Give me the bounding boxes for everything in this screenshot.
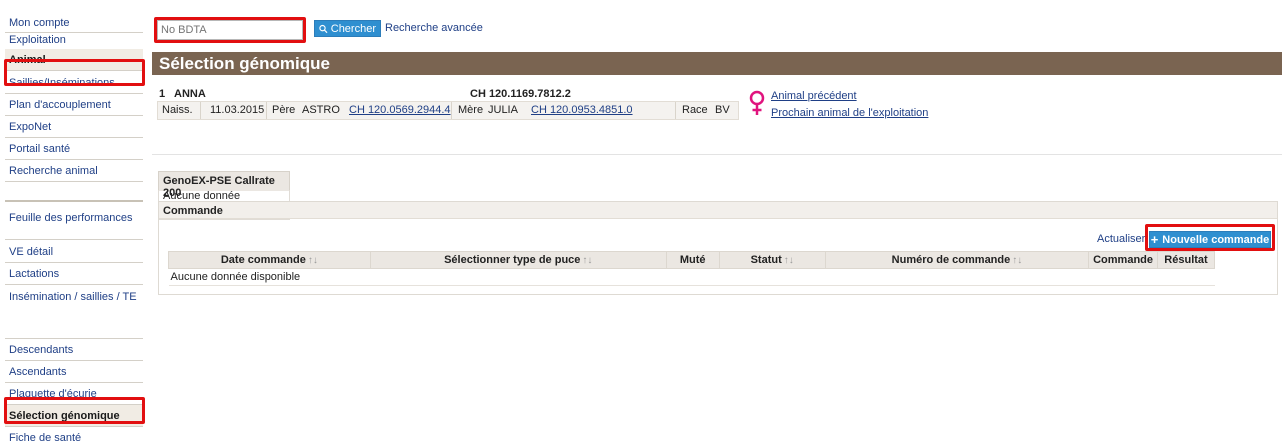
plus-icon: + (1150, 231, 1159, 247)
table-row: Aucune donnée disponible (168, 268, 1215, 286)
new-order-label: Nouvelle commande (1162, 233, 1270, 246)
sidebar-item-portail-sante[interactable]: Portail santé (5, 138, 143, 160)
search-button-label: Chercher (330, 22, 376, 35)
sidebar-item-saillies[interactable]: Saillies/Inséminations (5, 72, 143, 94)
mother-label: Mère (458, 104, 484, 116)
next-animal-link[interactable]: Prochain animal de l'exploitation (771, 107, 928, 119)
table-empty-message: Aucune donnée disponible (168, 268, 1215, 286)
sidebar-item-lactations[interactable]: Lactations (5, 263, 143, 285)
animal-info: 1 ANNA CH 120.1169.7812.2 Naiss. 11.03.2… (152, 88, 1282, 155)
father-name: ASTRO (302, 104, 340, 116)
new-order-button[interactable]: + Nouvelle commande (1149, 231, 1271, 248)
column-commande: Commande (1088, 251, 1159, 269)
breed-label: Race (682, 104, 708, 116)
commande-header: Commande (159, 202, 1277, 219)
female-icon (749, 90, 765, 115)
sort-icon: ↑↓ (307, 255, 318, 266)
breed-value: BV (715, 104, 730, 116)
column-statut[interactable]: Statut ↑↓ (718, 251, 826, 269)
animal-number: 1 (159, 88, 166, 100)
search-button[interactable]: Chercher (314, 20, 381, 37)
birth-label: Naiss. (162, 104, 193, 116)
sort-icon: ↑↓ (1012, 255, 1023, 266)
advanced-search-link[interactable]: Recherche avancée (385, 22, 483, 34)
animal-id: CH 120.1169.7812.2 (470, 88, 571, 100)
sidebar-item-fiche-sante[interactable]: Fiche de santé (5, 427, 143, 446)
sort-icon: ↑↓ (783, 255, 794, 266)
mother-name: JULIA (488, 104, 518, 116)
father-label: Père (272, 104, 296, 116)
sidebar-item-recherche-animal[interactable]: Recherche animal (5, 160, 143, 182)
commande-panel: Commande Actualiser + Nouvelle commande … (158, 201, 1278, 295)
refresh-link[interactable]: Actualiser (1097, 233, 1145, 245)
mother-id-link[interactable]: CH 120.0953.4851.0 (531, 104, 633, 116)
father-id-link[interactable]: CH 120.0569.2944.4 (349, 104, 451, 116)
bdta-search-input[interactable] (157, 20, 303, 40)
sidebar-item-exploitation[interactable]: Exploitation (5, 31, 143, 50)
sidebar-item-selection-genomique[interactable]: Sélection génomique (5, 405, 143, 427)
column-type-puce[interactable]: Sélectionner type de puce ↑↓ (369, 251, 667, 269)
birth-date: 11.03.2015 (210, 104, 265, 116)
column-numero-commande[interactable]: Numéro de commande ↑↓ (824, 251, 1090, 269)
sidebar-item-ve-detail[interactable]: VE détail (5, 241, 143, 263)
previous-animal-link[interactable]: Animal précédent (771, 90, 857, 102)
sidebar-separator (5, 200, 143, 202)
sidebar-item-ascendants[interactable]: Ascendants (5, 361, 143, 383)
sidebar-item-feuille-performances[interactable]: Feuille des performances (5, 208, 143, 240)
sidebar-item-animal[interactable]: Animal (5, 49, 143, 71)
page-title: Sélection génomique (152, 52, 1282, 75)
animal-name: ANNA (174, 88, 206, 100)
search-icon (319, 24, 328, 33)
sidebar-item-exponet[interactable]: ExpoNet (5, 116, 143, 138)
sidebar-item-descendants[interactable]: Descendants (5, 339, 143, 361)
column-date-commande[interactable]: Date commande ↑↓ (168, 251, 371, 269)
sidebar-item-insemination[interactable]: Insémination / saillies / TE (5, 285, 143, 339)
animal-details-row: Naiss. 11.03.2015 Père ASTRO CH 120.0569… (157, 101, 739, 120)
genoex-header: GenoEX-PSE Callrate 200 (158, 171, 290, 199)
sidebar-item-plaquette-ecurie[interactable]: Plaquette d'écurie (5, 383, 143, 405)
column-resultat: Résultat (1157, 251, 1215, 269)
commande-table: Date commande ↑↓ Sélectionner type de puc… (168, 251, 1215, 286)
sidebar-item-plan-accouplement[interactable]: Plan d'accouplement (5, 94, 143, 116)
sort-icon: ↑↓ (582, 255, 593, 266)
column-mute: Muté (665, 251, 720, 269)
sidebar: Mon compte Exploitation Animal Saillies/… (5, 14, 143, 446)
